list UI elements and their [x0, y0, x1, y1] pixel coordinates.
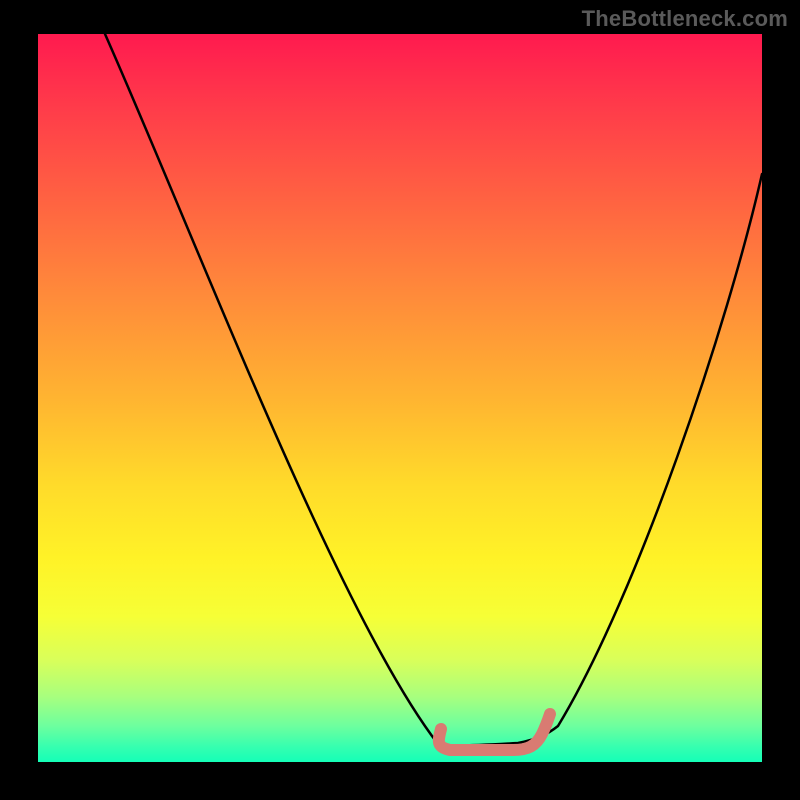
plot-area: [38, 34, 762, 762]
chart-frame: TheBottleneck.com: [0, 0, 800, 800]
curve-line: [105, 34, 762, 745]
trough-marker: [439, 714, 550, 750]
chart-svg: [38, 34, 762, 762]
watermark-text: TheBottleneck.com: [582, 6, 788, 32]
